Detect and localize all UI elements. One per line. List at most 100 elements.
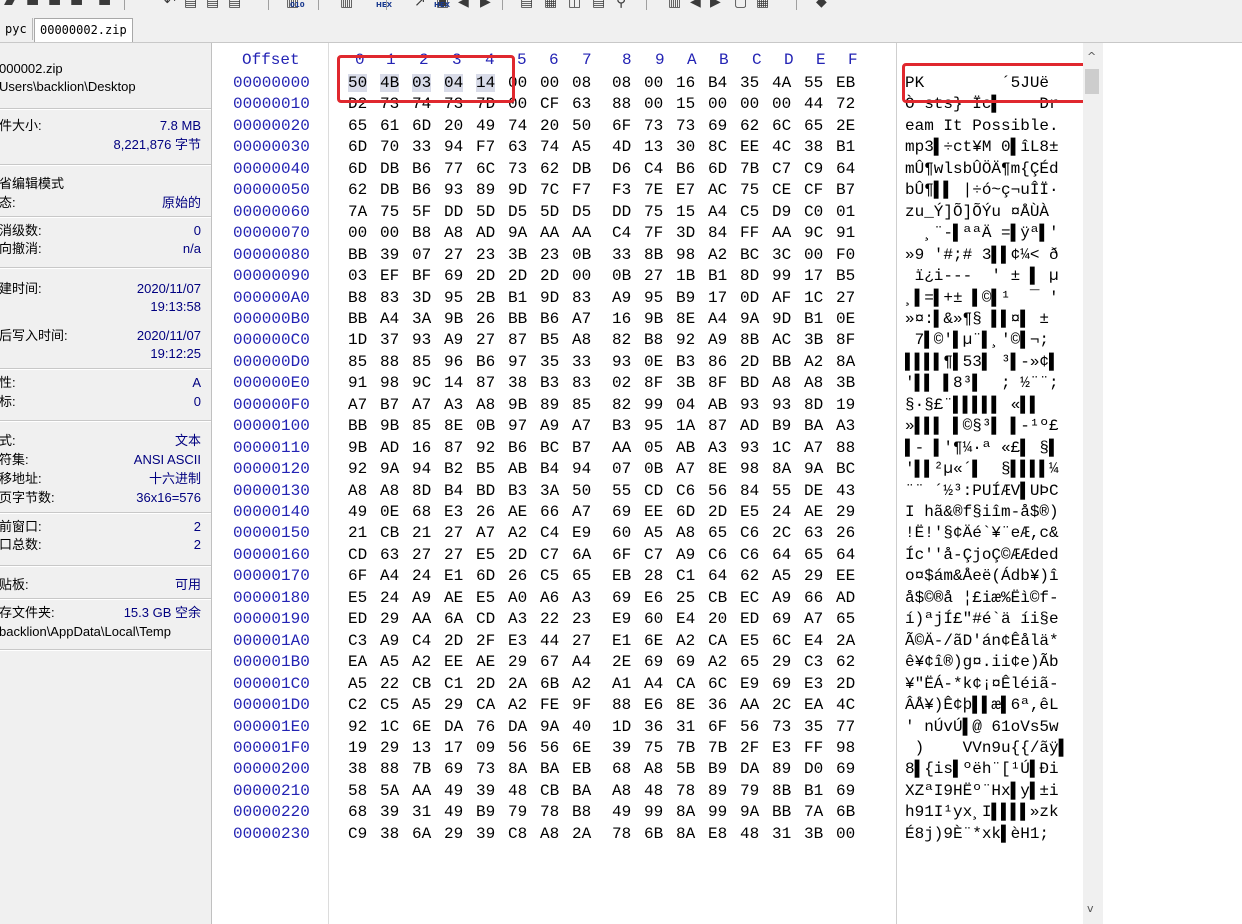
hex-byte[interactable]: 91 (836, 224, 855, 242)
vertical-scrollbar[interactable]: ^ v (1083, 43, 1103, 924)
hex-byte[interactable]: 49 (476, 117, 495, 135)
hex-byte[interactable]: 29 (836, 503, 855, 521)
hex-byte[interactable]: 88 (380, 353, 399, 371)
hex-byte[interactable]: 5A (380, 782, 399, 800)
hex-byte[interactable]: A9 (540, 417, 559, 435)
hex-byte[interactable]: 38 (348, 760, 367, 778)
hex-byte[interactable]: 9D (540, 289, 559, 307)
hex-byte[interactable]: 8A (772, 460, 791, 478)
hex-byte[interactable]: BB (772, 353, 791, 371)
hex-byte[interactable]: 00 (804, 246, 823, 264)
hex-byte[interactable]: AE (804, 503, 823, 521)
hex-byte[interactable]: B3 (540, 374, 559, 392)
hex-byte[interactable]: AB (508, 460, 527, 478)
hex-byte[interactable]: AC (708, 181, 727, 199)
hex-byte[interactable]: 3B (676, 374, 695, 392)
hex-byte[interactable]: 73 (676, 117, 695, 135)
hex-byte[interactable]: 13 (644, 138, 663, 156)
hex-byte[interactable]: 85 (572, 396, 591, 414)
hex-byte[interactable]: 6A (412, 825, 431, 843)
hex-byte[interactable]: B7 (572, 439, 591, 457)
hex-byte[interactable]: 94 (412, 460, 431, 478)
hex-byte[interactable]: B8 (644, 331, 663, 349)
hex-byte[interactable]: 6A (572, 546, 591, 564)
row-text[interactable]: ¸▌=▌+± ▌©▌¹ ¯ ' (905, 289, 1059, 307)
hex-byte[interactable]: A7 (572, 503, 591, 521)
hex-byte[interactable]: 9B (508, 396, 527, 414)
hex-byte[interactable]: 2B (476, 289, 495, 307)
hex-byte[interactable]: A4 (708, 203, 727, 221)
hex-byte[interactable]: 67 (540, 653, 559, 671)
hex-byte[interactable]: 93 (444, 181, 463, 199)
hex-byte[interactable]: B1 (836, 138, 855, 156)
hex-byte[interactable]: B3 (508, 482, 527, 500)
hex-byte[interactable]: 9B (644, 310, 663, 328)
hex-byte[interactable]: 19 (348, 739, 367, 757)
hex-byte[interactable]: 73 (508, 160, 527, 178)
row-text[interactable]: ÂÅ¥)Ê¢þ▌▌æ▌6ª,êL (905, 696, 1059, 714)
hex-byte[interactable]: 08 (612, 74, 631, 92)
hex-byte[interactable]: E3 (804, 675, 823, 693)
hex-byte[interactable]: 56 (508, 739, 527, 757)
hex-byte[interactable]: 15 (676, 203, 695, 221)
hex-byte[interactable]: 60 (612, 524, 631, 542)
hex-byte[interactable]: 74 (508, 117, 527, 135)
hex-byte[interactable]: 2D (836, 675, 855, 693)
hex-byte[interactable]: 93 (740, 396, 759, 414)
hex-byte[interactable]: 2A (508, 675, 527, 693)
hex-byte[interactable]: 83 (572, 289, 591, 307)
hex-byte[interactable]: 35 (804, 718, 823, 736)
hex-byte[interactable]: 5B (676, 760, 695, 778)
hex-byte[interactable]: 73 (644, 117, 663, 135)
hex-byte[interactable]: 65 (804, 117, 823, 135)
hex-byte[interactable]: 6D (476, 567, 495, 585)
hex-byte[interactable]: 24 (772, 503, 791, 521)
hex-byte[interactable]: C2 (348, 696, 367, 714)
hex-byte[interactable]: A2 (412, 653, 431, 671)
row-text[interactable]: »¤:▌&»¶§ ▌▌¤▌ ± (905, 310, 1059, 328)
hex-byte[interactable]: 56 (708, 482, 727, 500)
hex-byte[interactable]: 98 (676, 246, 695, 264)
hex-byte[interactable]: AB (676, 439, 695, 457)
hex-byte[interactable]: 23 (540, 246, 559, 264)
hex-byte[interactable]: D6 (612, 160, 631, 178)
hex-byte[interactable]: BB (772, 803, 791, 821)
hex-byte[interactable]: 99 (772, 267, 791, 285)
row-text[interactable]: '▌▌ ▌8³▌ ; ½¨¨; (905, 374, 1059, 392)
tab-pyc[interactable]: pyc (0, 18, 33, 40)
hex-byte[interactable]: 00 (772, 95, 791, 113)
hex-byte[interactable]: EE (740, 138, 759, 156)
hex-byte[interactable]: A5 (772, 567, 791, 585)
hex-byte[interactable]: B3 (612, 417, 631, 435)
search-disk-icon[interactable]: ▥ (668, 0, 681, 9)
hex-byte[interactable]: 50 (572, 482, 591, 500)
hex-byte[interactable]: 93 (412, 331, 431, 349)
hex-byte[interactable]: 9A (804, 460, 823, 478)
hex-byte[interactable]: EB (836, 74, 855, 92)
hex-byte[interactable]: C4 (540, 524, 559, 542)
hex-byte[interactable]: 58 (348, 782, 367, 800)
hex-byte[interactable]: A3 (444, 396, 463, 414)
hex-byte[interactable]: 82 (612, 396, 631, 414)
hex-byte[interactable]: 2D (508, 546, 527, 564)
hex-byte[interactable]: 49 (348, 503, 367, 521)
hex-byte[interactable]: 17 (708, 289, 727, 307)
hex-byte[interactable]: 2F (476, 632, 495, 650)
hex-byte[interactable]: 00 (740, 95, 759, 113)
hex-byte[interactable]: 85 (412, 417, 431, 435)
hex-byte[interactable]: 29 (380, 610, 399, 628)
hex-byte[interactable]: 39 (612, 739, 631, 757)
hex-byte[interactable]: 37 (380, 331, 399, 349)
hex-byte[interactable]: 39 (476, 782, 495, 800)
hex-byte[interactable]: 7A (804, 803, 823, 821)
hex-byte[interactable]: 95 (644, 417, 663, 435)
hex-byte[interactable]: 04 (676, 396, 695, 414)
hex-byte[interactable]: 65 (348, 117, 367, 135)
row-text[interactable]: 8▌{is▌ºëh¨[¹Ú▌Ði (905, 760, 1059, 778)
hex-byte[interactable]: 20 (444, 117, 463, 135)
hex-byte[interactable]: E8 (708, 825, 727, 843)
print-icon[interactable]: ▬ (70, 0, 83, 9)
hex-byte[interactable]: C7 (644, 546, 663, 564)
hex-byte[interactable]: 78 (676, 782, 695, 800)
row-text[interactable]: !Ë!'§¢Äé`¥¨eÆ,c& (905, 524, 1059, 542)
